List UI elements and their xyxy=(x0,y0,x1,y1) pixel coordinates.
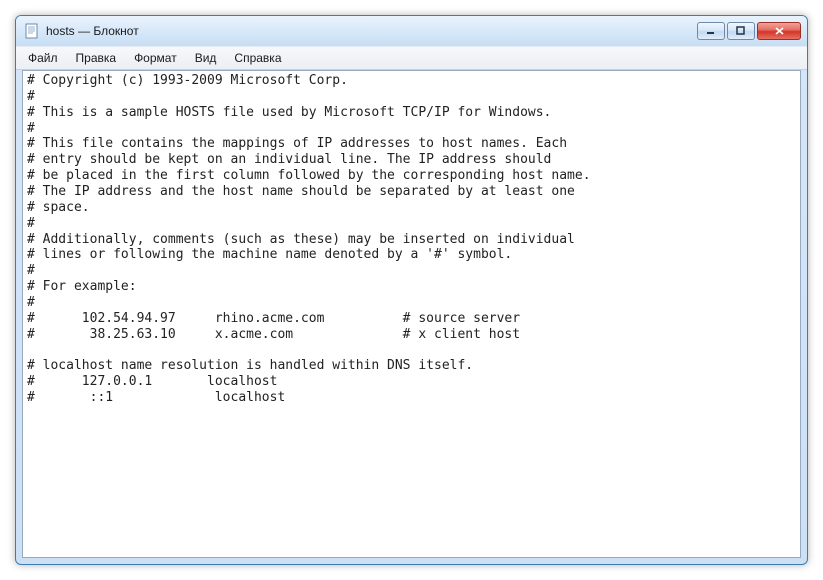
menu-help[interactable]: Справка xyxy=(226,49,289,67)
minimize-icon xyxy=(706,26,716,36)
minimize-button[interactable] xyxy=(697,22,725,40)
menu-format[interactable]: Формат xyxy=(126,49,185,67)
notepad-window: hosts — Блокнот Файл Правка Формат Вид С… xyxy=(15,15,808,565)
menu-view[interactable]: Вид xyxy=(187,49,225,67)
close-icon xyxy=(774,26,785,36)
titlebar[interactable]: hosts — Блокнот xyxy=(16,16,807,46)
menubar: Файл Правка Формат Вид Справка xyxy=(16,46,807,70)
menu-edit[interactable]: Правка xyxy=(68,49,125,67)
text-editor[interactable] xyxy=(23,71,800,557)
notepad-icon xyxy=(24,23,40,39)
maximize-button[interactable] xyxy=(727,22,755,40)
client-area xyxy=(22,70,801,558)
window-title: hosts — Блокнот xyxy=(46,24,697,38)
maximize-icon xyxy=(736,26,746,36)
menu-file[interactable]: Файл xyxy=(20,49,66,67)
close-button[interactable] xyxy=(757,22,801,40)
window-controls xyxy=(697,22,801,40)
